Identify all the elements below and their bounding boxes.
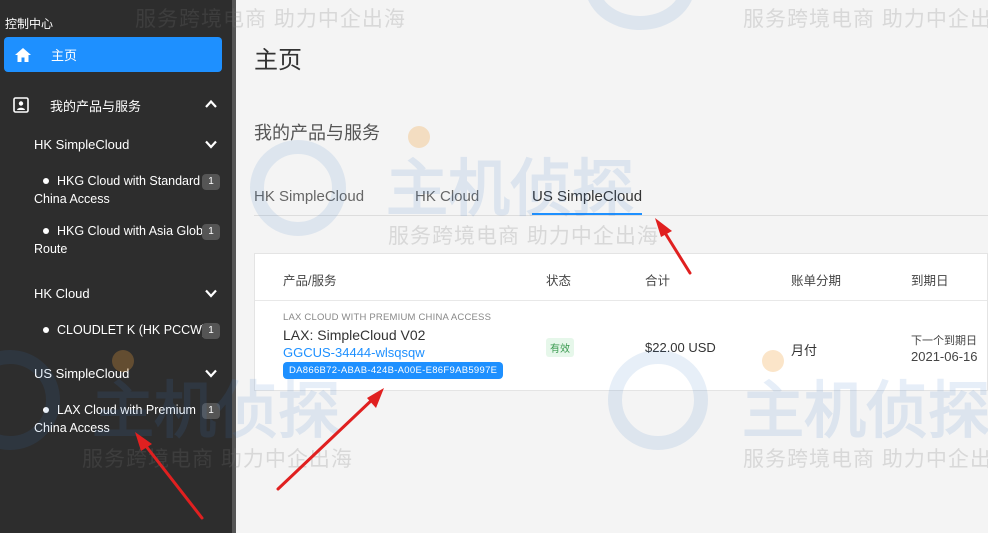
page-title: 主页 xyxy=(254,47,302,74)
sidebar-item-home[interactable]: 主页 xyxy=(4,37,222,72)
section-title: 我的产品与服务 xyxy=(254,123,380,143)
sidebar-section-label: 我的产品与服务 xyxy=(50,98,142,114)
sidebar-item-lax-cloud-premium[interactable]: LAX Cloud with Premium China Access 1 xyxy=(34,401,220,437)
sidebar-group-label: HK SimpleCloud xyxy=(34,136,130,152)
sidebar-item-hkg-cloud-asia[interactable]: HKG Cloud with Asia Global Route 1 xyxy=(34,222,220,258)
bullet-icon xyxy=(43,177,49,184)
sidebar-item-label: HKG Cloud with Asia Global Route xyxy=(34,224,213,256)
column-header-status[interactable]: 状态 xyxy=(546,270,571,289)
table-header: 产品/服务 状态 合计 账单分期 到期日 xyxy=(255,254,987,301)
sidebar-group-us-simplecloud[interactable]: US SimpleCloud xyxy=(34,360,224,386)
chevron-down-icon[interactable] xyxy=(204,286,218,300)
total-price: $22.00 USD xyxy=(645,340,716,355)
home-icon xyxy=(13,45,33,65)
status-badge: 有效 xyxy=(546,338,574,357)
sidebar-item-home-label: 主页 xyxy=(51,48,78,63)
sidebar-group-label: US SimpleCloud xyxy=(34,365,130,381)
product-name: LAX: SimpleCloud V02 xyxy=(283,327,426,343)
sidebar-item-label: HKG Cloud with Standard China Access xyxy=(34,174,201,206)
products-table: 产品/服务 状态 合计 账单分期 到期日 LAX CLOUD WITH PREM… xyxy=(254,253,988,391)
tab-hk-cloud[interactable]: HK Cloud xyxy=(415,188,479,213)
column-header-due-date[interactable]: 到期日 xyxy=(911,270,949,289)
due-date-value: 2021-06-16 xyxy=(911,349,978,364)
sidebar-item-cloudlet-k[interactable]: CLOUDLET K (HK PCCW) 1 xyxy=(34,321,220,339)
chevron-down-icon[interactable] xyxy=(204,137,218,151)
sidebar-group-label: HK Cloud xyxy=(34,285,90,301)
bullet-icon xyxy=(43,227,49,234)
count-badge: 1 xyxy=(202,403,220,419)
product-category: LAX CLOUD WITH PREMIUM CHINA ACCESS xyxy=(283,312,492,323)
sidebar-section-products[interactable]: 我的产品与服务 xyxy=(0,89,232,121)
sidebar-group-hk-simplecloud[interactable]: HK SimpleCloud xyxy=(34,131,224,157)
count-badge: 1 xyxy=(202,224,220,240)
product-tabs: HK SimpleCloud HK Cloud US SimpleCloud xyxy=(254,180,988,216)
bullet-icon xyxy=(43,406,49,413)
product-uuid-badge: DA866B72-ABAB-424B-A00E-E86F9AB5997E xyxy=(283,362,504,379)
count-badge: 1 xyxy=(202,323,220,339)
sidebar-item-hkg-cloud-standard[interactable]: HKG Cloud with Standard China Access 1 xyxy=(34,172,220,208)
sidebar-group-hk-cloud[interactable]: HK Cloud xyxy=(34,280,224,306)
sidebar-title: 控制中心 xyxy=(5,17,54,31)
tab-us-simplecloud[interactable]: US SimpleCloud xyxy=(532,188,643,215)
column-header-total[interactable]: 合计 xyxy=(645,270,670,289)
chevron-up-icon[interactable] xyxy=(204,97,218,111)
main-content: 主页 我的产品与服务 HK SimpleCloud HK Cloud US Si… xyxy=(236,0,988,533)
sidebar-item-label: LAX Cloud with Premium China Access xyxy=(34,403,196,435)
column-header-product[interactable]: 产品/服务 xyxy=(283,270,336,289)
chevron-down-icon[interactable] xyxy=(204,366,218,380)
product-domain-link[interactable]: GGCUS-34444-wlsqsqw xyxy=(283,345,425,360)
due-date-label: 下一个到期日 xyxy=(911,335,977,347)
sidebar: 控制中心 主页 我的产品与服务 HK SimpleCloud HKG Cloud… xyxy=(0,0,232,533)
billing-cycle: 月付 xyxy=(791,343,818,358)
column-header-billing-cycle[interactable]: 账单分期 xyxy=(791,270,841,289)
table-row[interactable]: LAX CLOUD WITH PREMIUM CHINA ACCESS LAX:… xyxy=(255,302,987,392)
user-card-icon xyxy=(12,96,30,114)
count-badge: 1 xyxy=(202,174,220,190)
tab-hk-simplecloud[interactable]: HK SimpleCloud xyxy=(254,188,364,213)
sidebar-item-label: CLOUDLET K (HK PCCW) xyxy=(57,323,207,337)
bullet-icon xyxy=(43,326,49,333)
